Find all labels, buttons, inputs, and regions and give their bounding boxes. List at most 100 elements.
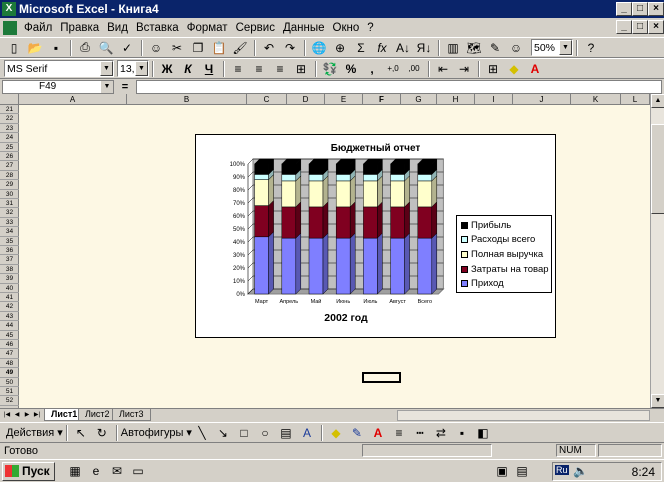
- row-header[interactable]: 34: [0, 227, 19, 237]
- redo-icon[interactable]: ↷: [280, 39, 300, 57]
- function-icon[interactable]: fx: [372, 39, 392, 57]
- column-header[interactable]: L: [621, 94, 650, 105]
- row-header[interactable]: 45: [0, 331, 19, 340]
- next-sheet-icon[interactable]: ▶: [22, 410, 32, 420]
- chevron-down-icon[interactable]: ▼: [101, 80, 113, 93]
- taskbar-app-icon[interactable]: ▤: [512, 462, 532, 480]
- underline-button[interactable]: Ч: [199, 60, 219, 78]
- tray-volume-icon[interactable]: 🔈: [573, 464, 588, 478]
- excel-app-icon[interactable]: X: [2, 2, 16, 16]
- doc-close-button[interactable]: ×: [648, 20, 664, 34]
- help-icon[interactable]: ?: [581, 39, 601, 57]
- thousands-button[interactable]: ,: [362, 60, 382, 78]
- chart-wizard-icon[interactable]: ▥: [443, 39, 463, 57]
- percent-button[interactable]: %: [341, 60, 361, 78]
- row-header[interactable]: 37: [0, 255, 19, 265]
- name-box[interactable]: F49 ▼: [2, 79, 114, 94]
- taskbar-app-icon[interactable]: ▣: [492, 462, 512, 480]
- row-header[interactable]: 25: [0, 143, 19, 152]
- column-header[interactable]: B: [127, 94, 247, 105]
- hyperlink-icon[interactable]: 🌐: [309, 39, 329, 57]
- title-bar[interactable]: X Microsoft Excel - Книга4 _ □ ×: [0, 0, 664, 18]
- save-icon[interactable]: ▪: [46, 39, 66, 57]
- drawing-icon[interactable]: ✎: [485, 39, 505, 57]
- row-header[interactable]: 47: [0, 349, 19, 359]
- autoshapes-menu[interactable]: Автофигуры ▾: [121, 426, 192, 439]
- font-color-icon[interactable]: A: [525, 60, 545, 78]
- actions-menu[interactable]: Действия ▾: [6, 426, 63, 439]
- column-header[interactable]: C: [247, 94, 287, 105]
- row-header[interactable]: 31: [0, 199, 19, 209]
- zoom-select[interactable]: 50% ▼: [531, 39, 573, 56]
- row-header[interactable]: 49: [0, 368, 19, 378]
- menu-tools[interactable]: Сервис: [232, 22, 279, 34]
- row-header[interactable]: 41: [0, 293, 19, 303]
- assistant-icon[interactable]: ☺: [506, 39, 526, 57]
- row-header[interactable]: 52: [0, 396, 19, 406]
- dash-style-icon[interactable]: ┅: [410, 424, 430, 442]
- open-icon[interactable]: 📂: [25, 39, 45, 57]
- sort-ascending-icon[interactable]: A↓: [393, 39, 413, 57]
- chart-object[interactable]: Бюджетный отчет 0% 10% 20% 30% 40% 50% 60% 70% 8…: [195, 134, 556, 338]
- office-assistant-smiley-icon[interactable]: ☺: [146, 39, 166, 57]
- formula-input[interactable]: [136, 79, 662, 94]
- decrease-decimal-button[interactable]: ,00: [404, 60, 424, 78]
- row-header[interactable]: 24: [0, 133, 19, 143]
- chevron-down-icon[interactable]: ▼: [559, 40, 572, 55]
- row-header[interactable]: 22: [0, 114, 19, 124]
- scroll-up-icon[interactable]: ▲: [651, 94, 664, 108]
- row-header[interactable]: 29: [0, 180, 19, 190]
- web-toolbar-icon[interactable]: ⊕: [330, 39, 350, 57]
- new-icon[interactable]: ▯: [4, 39, 24, 57]
- select-objects-icon[interactable]: ↖: [71, 424, 91, 442]
- row-header[interactable]: 38: [0, 265, 19, 275]
- map-icon[interactable]: 🗺: [464, 39, 484, 57]
- copy-icon[interactable]: ❐: [188, 39, 208, 57]
- draw-font-color-icon[interactable]: A: [368, 424, 388, 442]
- horizontal-scrollbar[interactable]: [397, 410, 650, 421]
- row-header[interactable]: 28: [0, 171, 19, 181]
- line-color-icon[interactable]: ✎: [347, 424, 367, 442]
- sheet-tab-2[interactable]: Лист2: [78, 409, 117, 421]
- column-header[interactable]: H: [437, 94, 475, 105]
- column-header[interactable]: D: [287, 94, 325, 105]
- cell-cursor[interactable]: [362, 372, 401, 383]
- scroll-down-icon[interactable]: ▼: [651, 394, 664, 408]
- row-header[interactable]: 26: [0, 152, 19, 162]
- row-header[interactable]: 40: [0, 284, 19, 293]
- quicklaunch-ie-icon[interactable]: e: [86, 462, 106, 480]
- last-sheet-icon[interactable]: ▶|: [32, 410, 42, 420]
- free-rotate-icon[interactable]: ↻: [92, 424, 112, 442]
- align-right-icon[interactable]: ≡: [270, 60, 290, 78]
- column-header[interactable]: G: [401, 94, 437, 105]
- select-all-corner[interactable]: [0, 94, 19, 105]
- menu-data[interactable]: Данные: [279, 22, 329, 34]
- row-header[interactable]: 35: [0, 237, 19, 246]
- row-header[interactable]: 36: [0, 246, 19, 256]
- edit-formula-button[interactable]: =: [114, 81, 136, 93]
- borders-icon[interactable]: ⊞: [483, 60, 503, 78]
- decrease-indent-icon[interactable]: ⇤: [433, 60, 453, 78]
- merge-center-icon[interactable]: ⊞: [291, 60, 311, 78]
- align-left-icon[interactable]: ≡: [228, 60, 248, 78]
- sort-descending-icon[interactable]: Я↓: [414, 39, 434, 57]
- font-size-select[interactable]: 13,5 ▼: [117, 60, 149, 77]
- italic-button[interactable]: К: [178, 60, 198, 78]
- oval-icon[interactable]: ○: [255, 424, 275, 442]
- doc-restore-button[interactable]: □: [632, 20, 648, 34]
- row-header[interactable]: 27: [0, 161, 19, 171]
- increase-decimal-button[interactable]: +,0: [383, 60, 403, 78]
- 3d-icon[interactable]: ◧: [473, 424, 493, 442]
- align-center-icon[interactable]: ≡: [249, 60, 269, 78]
- row-header[interactable]: 32: [0, 208, 19, 218]
- row-header[interactable]: 44: [0, 321, 19, 331]
- fill-color-icon[interactable]: ◆: [504, 60, 524, 78]
- currency-icon[interactable]: 💱: [320, 60, 340, 78]
- chevron-down-icon[interactable]: ▼: [135, 61, 148, 76]
- print-icon[interactable]: ⎙: [75, 39, 95, 57]
- first-sheet-icon[interactable]: |◀: [2, 410, 12, 420]
- font-name-select[interactable]: MS Serif ▼: [4, 60, 114, 77]
- quicklaunch-desktop-icon[interactable]: ▭: [128, 462, 148, 480]
- column-header[interactable]: I: [475, 94, 513, 105]
- menu-insert[interactable]: Вставка: [132, 22, 183, 34]
